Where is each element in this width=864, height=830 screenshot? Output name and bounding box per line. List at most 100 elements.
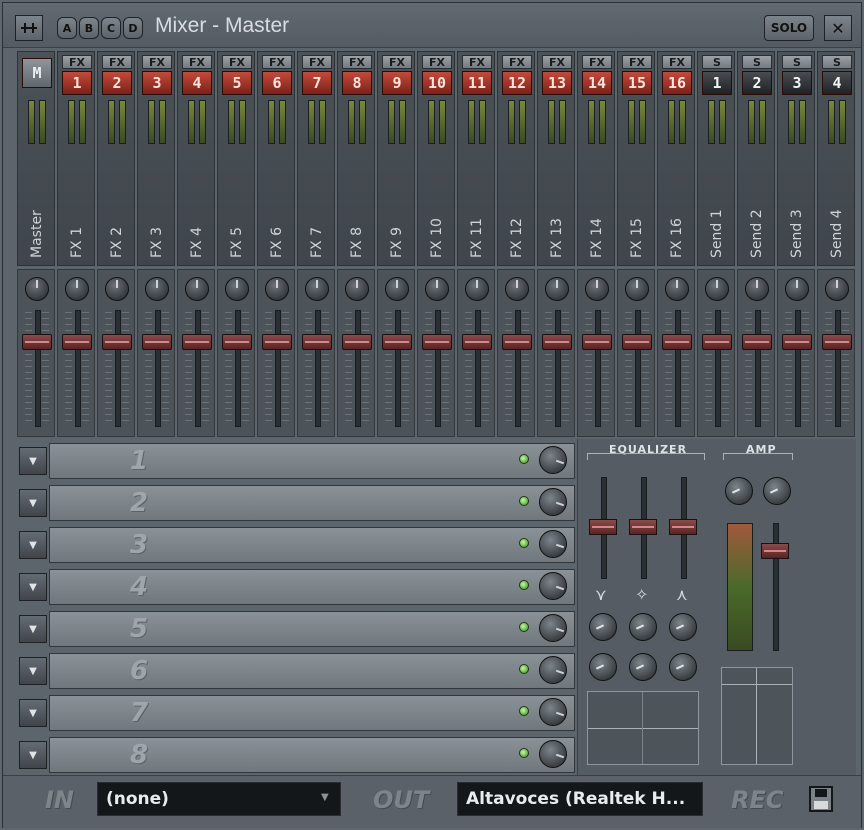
slot-mix-knob[interactable] (539, 698, 567, 726)
pan-knob[interactable] (545, 277, 569, 301)
solo-button[interactable]: SOLO (764, 15, 814, 41)
pan-knob[interactable] (225, 277, 249, 301)
slot-enable-led[interactable] (519, 706, 529, 716)
volume-fader[interactable] (262, 334, 292, 350)
strip-header[interactable]: FX 5 FX 5 (217, 51, 255, 266)
pan-knob[interactable] (825, 277, 849, 301)
slot-mix-knob[interactable] (539, 656, 567, 684)
strip-header[interactable]: S 2 Send 2 (737, 51, 775, 266)
strip-header[interactable]: FX 14 FX 14 (577, 51, 615, 266)
volume-fader[interactable] (62, 334, 92, 350)
output-select[interactable]: Altavoces (Realtek H... (457, 782, 703, 816)
pan-knob[interactable] (145, 277, 169, 301)
strip-header[interactable]: FX 2 FX 2 (97, 51, 135, 266)
slot-bar[interactable]: 4 (49, 569, 575, 605)
volume-fader[interactable] (102, 334, 132, 350)
strip-header[interactable]: FX 3 FX 3 (137, 51, 175, 266)
amp-volume-knob[interactable] (725, 477, 753, 505)
eq-high-fader[interactable] (669, 519, 697, 535)
pan-knob[interactable] (585, 277, 609, 301)
strip-fx-16[interactable]: FX 16 FX 16 (657, 51, 695, 437)
insert-slot[interactable]: ▼ 8 (17, 735, 577, 773)
strip-fx-8[interactable]: FX 8 FX 8 (337, 51, 375, 437)
slot-enable-led[interactable] (519, 622, 529, 632)
slot-bar[interactable]: 6 (49, 653, 575, 689)
slot-bar[interactable]: 3 (49, 527, 575, 563)
volume-fader[interactable] (662, 334, 692, 350)
pan-knob[interactable] (305, 277, 329, 301)
strip-header[interactable]: FX 12 FX 12 (497, 51, 535, 266)
volume-fader[interactable] (742, 334, 772, 350)
mixer-menu-icon[interactable] (15, 15, 43, 41)
amp-fader[interactable] (761, 543, 789, 559)
strip-fx-15[interactable]: FX 15 FX 15 (617, 51, 655, 437)
volume-fader[interactable] (382, 334, 412, 350)
save-icon[interactable] (809, 786, 833, 812)
slot-bar[interactable]: 2 (49, 485, 575, 521)
pan-knob[interactable] (465, 277, 489, 301)
bank-a-button[interactable]: A (57, 17, 77, 39)
strip-fx-10[interactable]: FX 10 FX 10 (417, 51, 455, 437)
slot-mix-knob[interactable] (539, 740, 567, 768)
pan-knob[interactable] (65, 277, 89, 301)
pan-knob[interactable] (785, 277, 809, 301)
pan-knob[interactable] (385, 277, 409, 301)
strip-header[interactable]: FX 8 FX 8 (337, 51, 375, 266)
pan-knob[interactable] (185, 277, 209, 301)
pan-knob[interactable] (665, 277, 689, 301)
strip-header[interactable]: FX 9 FX 9 (377, 51, 415, 266)
slot-mix-knob[interactable] (539, 488, 567, 516)
volume-fader[interactable] (222, 334, 252, 350)
strip-fx-13[interactable]: FX 13 FX 13 (537, 51, 575, 437)
strip-fx-9[interactable]: FX 9 FX 9 (377, 51, 415, 437)
strip-master[interactable]: M Master (17, 51, 55, 437)
strip-fx-3[interactable]: FX 3 FX 3 (137, 51, 175, 437)
chevron-down-icon[interactable]: ▼ (321, 792, 329, 803)
pan-knob[interactable] (25, 277, 49, 301)
strip-fx-2[interactable]: FX 2 FX 2 (97, 51, 135, 437)
slot-menu-icon[interactable]: ▼ (19, 615, 47, 643)
strip-header[interactable]: FX 13 FX 13 (537, 51, 575, 266)
insert-slot[interactable]: ▼ 4 (17, 567, 577, 605)
insert-slot[interactable]: ▼ 3 (17, 525, 577, 563)
pan-knob[interactable] (265, 277, 289, 301)
volume-fader[interactable] (502, 334, 532, 350)
slot-menu-icon[interactable]: ▼ (19, 447, 47, 475)
insert-slot[interactable]: ▼ 5 (17, 609, 577, 647)
close-icon[interactable]: ✕ (824, 15, 852, 41)
insert-slot[interactable]: ▼ 7 (17, 693, 577, 731)
strip-fx-14[interactable]: FX 14 FX 14 (577, 51, 615, 437)
slot-mix-knob[interactable] (539, 614, 567, 642)
volume-fader[interactable] (462, 334, 492, 350)
strip-fx-5[interactable]: FX 5 FX 5 (217, 51, 255, 437)
input-select[interactable]: (none) (97, 782, 341, 816)
slot-mix-knob[interactable] (539, 530, 567, 558)
slot-menu-icon[interactable]: ▼ (19, 699, 47, 727)
slot-enable-led[interactable] (519, 496, 529, 506)
slot-mix-knob[interactable] (539, 446, 567, 474)
volume-fader[interactable] (342, 334, 372, 350)
slot-menu-icon[interactable]: ▼ (19, 531, 47, 559)
pan-knob[interactable] (745, 277, 769, 301)
bank-d-button[interactable]: D (123, 17, 143, 39)
volume-fader[interactable] (182, 334, 212, 350)
eq-mid-freq-knob[interactable] (629, 613, 657, 641)
eq-high-freq-knob[interactable] (669, 613, 697, 641)
strip-header[interactable]: M Master (17, 51, 55, 266)
pan-knob[interactable] (425, 277, 449, 301)
slot-enable-led[interactable] (519, 580, 529, 590)
volume-fader[interactable] (622, 334, 652, 350)
volume-fader[interactable] (302, 334, 332, 350)
pan-knob[interactable] (505, 277, 529, 301)
volume-fader[interactable] (782, 334, 812, 350)
slot-bar[interactable]: 7 (49, 695, 575, 731)
strip-send-4[interactable]: S 4 Send 4 (817, 51, 855, 437)
eq-mid-fader[interactable] (629, 519, 657, 535)
slot-menu-icon[interactable]: ▼ (19, 573, 47, 601)
volume-fader[interactable] (142, 334, 172, 350)
volume-fader[interactable] (422, 334, 452, 350)
strip-header[interactable]: FX 1 FX 1 (57, 51, 95, 266)
slot-mix-knob[interactable] (539, 572, 567, 600)
strip-send-1[interactable]: S 1 Send 1 (697, 51, 735, 437)
slot-bar[interactable]: 1 (49, 443, 575, 479)
